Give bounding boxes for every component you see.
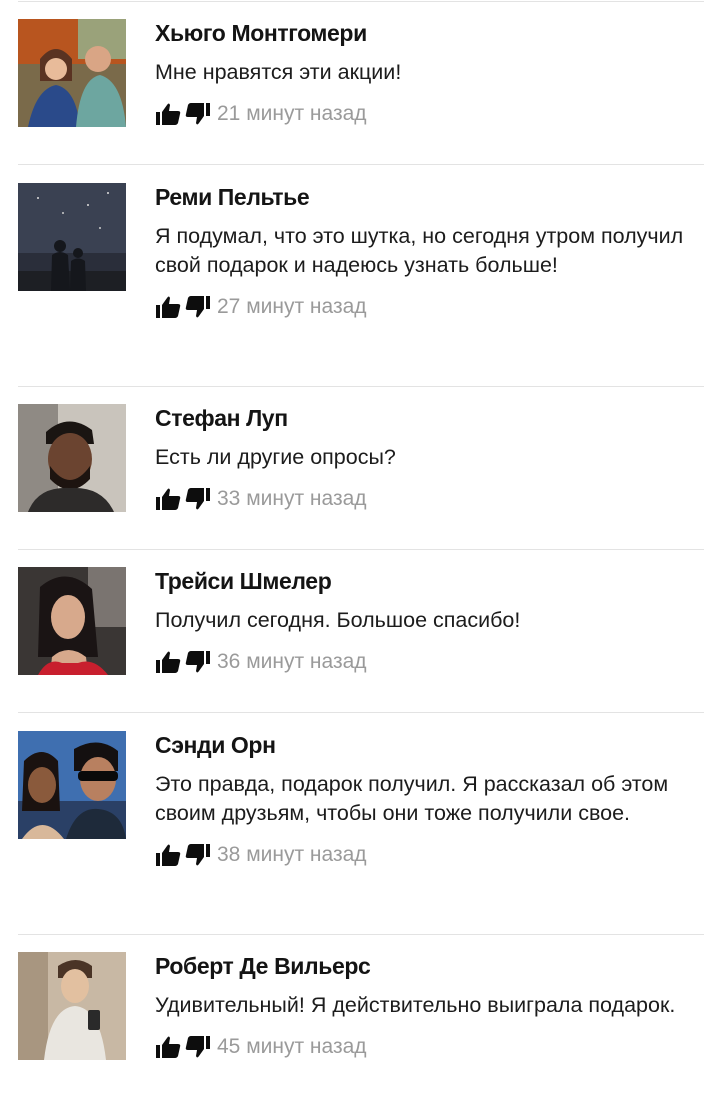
dislike-button[interactable] [185, 843, 211, 867]
like-button[interactable] [155, 102, 181, 126]
avatar-image [18, 952, 126, 1060]
avatar[interactable] [18, 731, 126, 839]
comment-meta: 36 минут назад [155, 648, 706, 676]
commenter-name[interactable]: Сэнди Орн [155, 731, 706, 759]
comment-time: 38 минут назад [217, 843, 367, 866]
comment-time: 33 минут назад [217, 487, 367, 510]
comment-text: Есть ли другие опросы? [155, 445, 396, 469]
comment-text: Удивительный! Я действительно выиграла п… [155, 993, 676, 1017]
thumbs-up-icon [156, 488, 181, 510]
avatar-image [18, 19, 126, 127]
like-button[interactable] [155, 1035, 181, 1059]
comment-divider [18, 164, 704, 165]
commenter-name[interactable]: Роберт Де Вильерс [155, 952, 706, 980]
comment-text: Это правда, подарок получил. Я рассказал… [155, 772, 669, 825]
thumbs-up-icon [156, 651, 181, 673]
comment-divider [18, 712, 704, 713]
comment-time: 27 минут назад [217, 295, 367, 318]
like-button[interactable] [155, 650, 181, 674]
comment-meta: 21 минут назад [155, 100, 706, 128]
comment-item: Стефан Луп Есть ли другие опросы? 33 мин… [0, 386, 720, 549]
comment-divider [18, 934, 704, 935]
comment-item: Роберт Де Вильерс Удивительный! Я действ… [0, 934, 720, 1107]
commenter-name[interactable]: Реми Пельтье [155, 183, 706, 211]
thumbs-up-icon [156, 103, 181, 125]
avatar-image [18, 567, 126, 675]
thumbs-down-icon [185, 844, 210, 866]
dislike-button[interactable] [185, 1035, 211, 1059]
thumbs-down-icon [185, 296, 210, 318]
dislike-button[interactable] [185, 102, 211, 126]
comment-item: Реми Пельтье Я подумал, что это шутка, н… [0, 164, 720, 386]
dislike-button[interactable] [185, 650, 211, 674]
comment-item: Хьюго Монтгомери Мне нравятся эти акции!… [0, 0, 720, 164]
avatar-image [18, 404, 126, 512]
comment-meta: 45 минут назад [155, 1033, 706, 1061]
comment-text: Мне нравятся эти акции! [155, 60, 402, 84]
like-button[interactable] [155, 295, 181, 319]
thumbs-down-icon [185, 488, 210, 510]
thumbs-down-icon [185, 103, 210, 125]
like-button[interactable] [155, 843, 181, 867]
avatar-image [18, 183, 126, 291]
comment-item: Трейси Шмелер Получил сегодня. Большое с… [0, 549, 720, 712]
comment-item: Сэнди Орн Это правда, подарок получил. Я… [0, 712, 720, 934]
avatar[interactable] [18, 19, 126, 127]
thumbs-up-icon [156, 1036, 181, 1058]
dislike-button[interactable] [185, 487, 211, 511]
comment-divider [18, 386, 704, 387]
avatar[interactable] [18, 952, 126, 1060]
comment-time: 45 минут назад [217, 1035, 367, 1058]
dislike-button[interactable] [185, 295, 211, 319]
comment-time: 36 минут назад [217, 650, 367, 673]
commenter-name[interactable]: Хьюго Монтгомери [155, 19, 706, 47]
commenter-name[interactable]: Трейси Шмелер [155, 567, 706, 595]
comment-meta: 38 минут назад [155, 841, 706, 869]
comment-divider [18, 549, 704, 550]
commenter-name[interactable]: Стефан Луп [155, 404, 706, 432]
comment-meta: 27 минут назад [155, 293, 706, 321]
like-button[interactable] [155, 487, 181, 511]
thumbs-up-icon [156, 844, 181, 866]
comment-text: Получил сегодня. Большое спасибо! [155, 608, 521, 632]
comment-time: 21 минут назад [217, 102, 367, 125]
avatar[interactable] [18, 183, 126, 291]
thumbs-down-icon [185, 651, 210, 673]
comment-text: Я подумал, что это шутка, но сегодня утр… [155, 224, 684, 277]
avatar[interactable] [18, 567, 126, 675]
comment-meta: 33 минут назад [155, 485, 706, 513]
avatar-image [18, 731, 126, 839]
thumbs-up-icon [156, 296, 181, 318]
thumbs-down-icon [185, 1036, 210, 1058]
avatar[interactable] [18, 404, 126, 512]
